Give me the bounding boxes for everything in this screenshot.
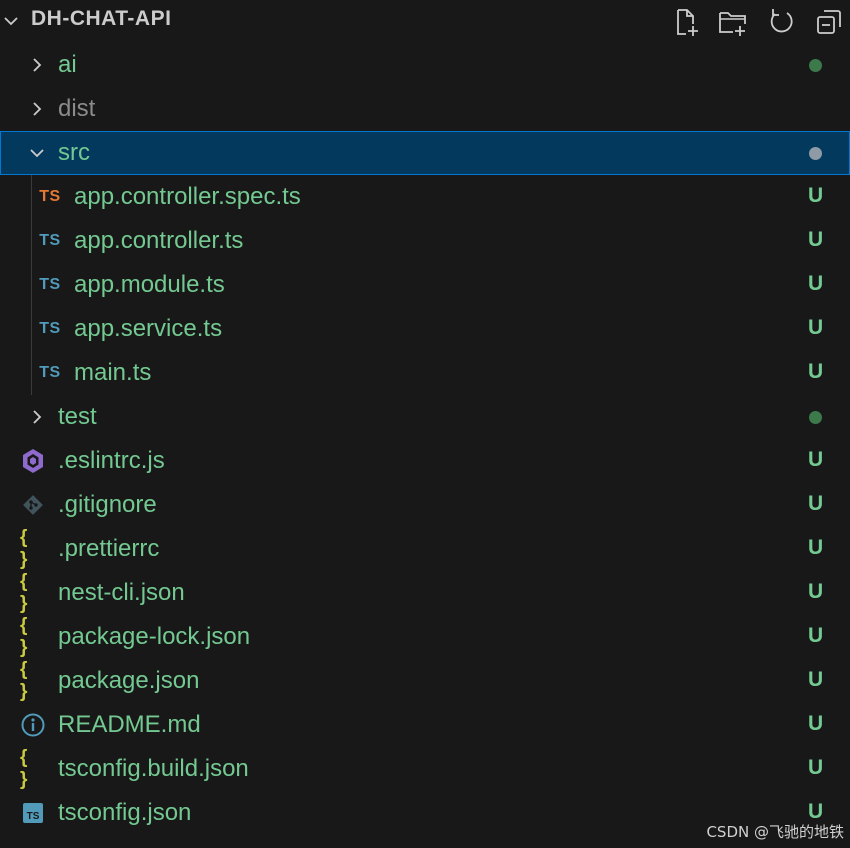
- tree-item-label: ai: [58, 51, 77, 78]
- folder-row-src[interactable]: src: [0, 131, 850, 175]
- json-braces-icon: { }: [20, 659, 30, 702]
- tree-item-label: .prettierrc: [58, 535, 160, 562]
- refresh-icon[interactable]: [765, 6, 797, 38]
- new-folder-icon[interactable]: [717, 6, 749, 38]
- file-row-main-ts[interactable]: TS main.ts U: [0, 351, 850, 395]
- tree-item-label: tsconfig.json: [58, 799, 192, 826]
- file-row-app-module-ts[interactable]: TS app.module.ts U: [0, 263, 850, 307]
- untracked-badge: U: [808, 756, 824, 779]
- explorer-header: DH-CHAT-API: [0, 0, 850, 42]
- chevron-right-icon[interactable]: [28, 100, 46, 118]
- untracked-badge: U: [808, 448, 824, 471]
- untracked-badge: U: [808, 184, 824, 207]
- chevron-down-icon[interactable]: [2, 12, 20, 30]
- untracked-badge: U: [808, 624, 824, 647]
- tree-item-label: dist: [58, 95, 96, 122]
- info-icon: [20, 713, 46, 737]
- typescript-icon: TS: [39, 320, 61, 337]
- tree-item-label: nest-cli.json: [58, 579, 185, 606]
- tree-item-label: app.service.ts: [74, 315, 223, 342]
- typescript-test-icon: TS: [39, 188, 61, 205]
- untracked-badge: U: [808, 580, 824, 603]
- explorer-title[interactable]: DH-CHAT-API: [31, 7, 171, 31]
- tree-item-label: app.module.ts: [74, 271, 225, 298]
- file-row-tsconfig-build-json[interactable]: { } tsconfig.build.json U: [0, 747, 850, 791]
- git-icon: [20, 493, 46, 517]
- svg-text:TS: TS: [27, 811, 40, 822]
- untracked-badge: U: [808, 316, 824, 339]
- file-row-prettierrc[interactable]: { } .prettierrc U: [0, 527, 850, 571]
- untracked-badge: U: [808, 712, 824, 735]
- typescript-icon: TS: [39, 232, 61, 249]
- collapse-all-icon[interactable]: [813, 6, 845, 38]
- untracked-badge: U: [808, 536, 824, 559]
- file-row-app-controller-spec-ts[interactable]: TS app.controller.spec.ts U: [0, 175, 850, 219]
- tsconfig-icon: TS: [20, 801, 46, 825]
- tree-item-label: app.controller.spec.ts: [74, 183, 301, 210]
- json-braces-icon: { }: [20, 747, 30, 790]
- untracked-badge: U: [808, 272, 824, 295]
- watermark: CSDN @飞驰的地铁: [706, 823, 844, 841]
- file-row-package-lock-json[interactable]: { } package-lock.json U: [0, 615, 850, 659]
- chevron-right-icon[interactable]: [28, 56, 46, 74]
- file-row-app-controller-ts[interactable]: TS app.controller.ts U: [0, 219, 850, 263]
- chevron-down-icon[interactable]: [28, 144, 46, 162]
- tree-item-label: app.controller.ts: [74, 227, 244, 254]
- modified-dot: [809, 59, 822, 72]
- folder-row-dist[interactable]: dist: [0, 87, 850, 131]
- file-row-gitignore[interactable]: .gitignore U: [0, 483, 850, 527]
- file-row-app-service-ts[interactable]: TS app.service.ts U: [0, 307, 850, 351]
- tree-item-label: package.json: [58, 667, 200, 694]
- modified-dot: [809, 147, 822, 160]
- untracked-badge: U: [808, 228, 824, 251]
- typescript-icon: TS: [39, 364, 61, 381]
- folder-row-ai[interactable]: ai: [0, 43, 850, 87]
- tree-item-label: src: [58, 139, 90, 166]
- json-braces-icon: { }: [20, 615, 30, 658]
- file-row-package-json[interactable]: { } package.json U: [0, 659, 850, 703]
- chevron-right-icon[interactable]: [28, 408, 46, 426]
- modified-dot: [809, 411, 822, 424]
- file-row-eslintrc-js[interactable]: .eslintrc.js U: [0, 439, 850, 483]
- new-file-icon[interactable]: [670, 6, 702, 38]
- eslint-icon: [20, 449, 46, 473]
- file-row-nest-cli-json[interactable]: { } nest-cli.json U: [0, 571, 850, 615]
- untracked-badge: U: [808, 492, 824, 515]
- json-braces-icon: { }: [20, 571, 30, 614]
- untracked-badge: U: [808, 668, 824, 691]
- tree-item-label: tsconfig.build.json: [58, 755, 249, 782]
- folder-row-test[interactable]: test: [0, 395, 850, 439]
- tree-item-label: README.md: [58, 711, 201, 738]
- tree-item-label: .gitignore: [58, 491, 157, 518]
- untracked-badge: U: [808, 360, 824, 383]
- json-braces-icon: { }: [20, 527, 30, 570]
- tree-item-label: test: [58, 403, 97, 430]
- tree-item-label: .eslintrc.js: [58, 447, 165, 474]
- typescript-icon: TS: [39, 276, 61, 293]
- file-row-readme-md[interactable]: README.md U: [0, 703, 850, 747]
- tree-item-label: package-lock.json: [58, 623, 251, 650]
- tree-item-label: main.ts: [74, 359, 152, 386]
